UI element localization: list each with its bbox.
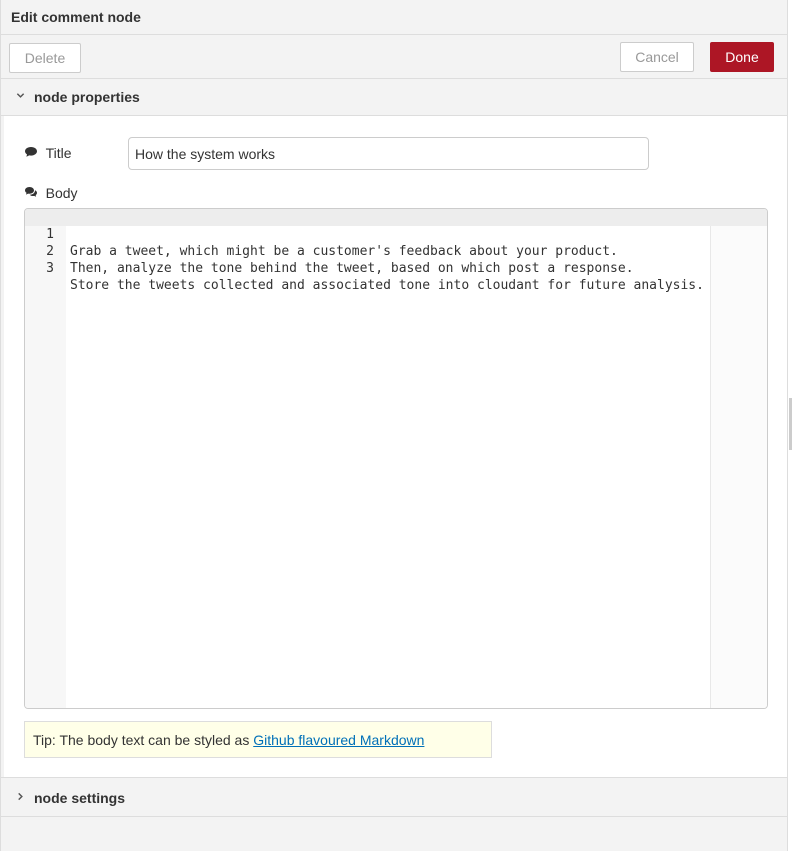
done-button[interactable]: Done: [710, 42, 774, 72]
title-label: Title: [24, 145, 72, 161]
section-node-settings[interactable]: node settings: [1, 777, 787, 817]
title-label-text: Title: [45, 145, 72, 161]
comments-icon: [24, 186, 42, 201]
comment-icon: [24, 146, 42, 161]
body-label-text: Body: [45, 185, 78, 201]
body-label: Body: [24, 185, 78, 201]
code-line[interactable]: 2 Then, analyze the tone behind the twee…: [25, 226, 767, 276]
markdown-tip: Tip: The body text can be styled as Gith…: [24, 721, 492, 758]
chevron-right-icon: [14, 790, 26, 804]
edit-tray: Edit comment node Delete Cancel Done nod…: [0, 0, 788, 851]
section-node-properties[interactable]: node properties: [1, 79, 787, 116]
code-line[interactable]: 3 Store the tweets collected and associa…: [25, 243, 767, 293]
tray-title: Edit comment node: [11, 9, 141, 25]
section-node-settings-label: node settings: [34, 790, 126, 806]
tray-toolbar: Delete Cancel Done: [1, 35, 787, 79]
line-text: Store the tweets collected and associate…: [70, 278, 704, 293]
delete-button[interactable]: Delete: [9, 43, 81, 73]
section-node-properties-label: node properties: [34, 89, 140, 105]
body-editor[interactable]: 1 Grab a tweet, which might be a custome…: [24, 208, 768, 709]
line-text: Then, analyze the tone behind the tweet,…: [70, 261, 634, 276]
tip-text: Tip: The body text can be styled as: [33, 732, 254, 748]
chevron-down-icon: [14, 89, 26, 103]
line-number: 3: [46, 261, 54, 276]
markdown-help-link[interactable]: Github flavoured Markdown: [253, 732, 424, 748]
editor-print-margin-area: [711, 209, 767, 708]
title-input[interactable]: [128, 137, 649, 170]
editor-print-margin: [710, 209, 711, 708]
cancel-button[interactable]: Cancel: [620, 42, 694, 72]
tray-header: Edit comment node: [1, 0, 787, 35]
node-properties-panel: Title Body 1 Grab a tweet, which might b…: [4, 116, 787, 777]
code-line[interactable]: 1 Grab a tweet, which might be a custome…: [25, 209, 767, 259]
